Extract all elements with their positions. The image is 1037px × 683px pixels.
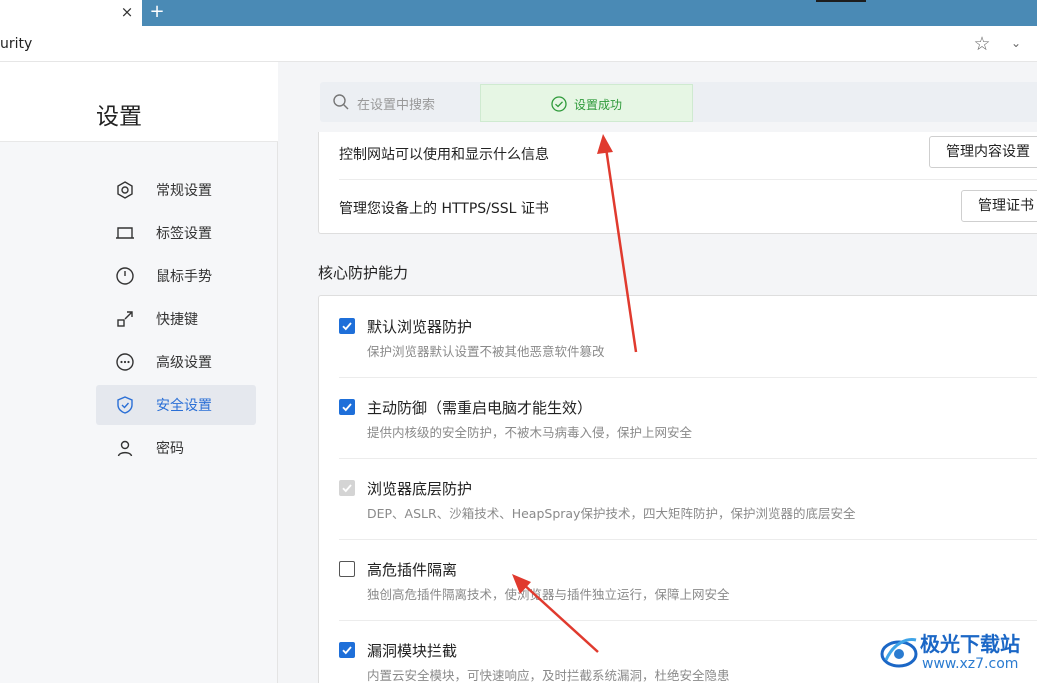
divider — [339, 458, 1037, 459]
check-icon — [342, 646, 352, 655]
manage-certificates-button[interactable]: 管理证书 — [961, 190, 1037, 222]
option-description: 内置云安全模块，可快速响应，及时拦截系统漏洞，杜绝安全隐患 — [367, 668, 730, 683]
sidebar-item-label: 快捷键 — [156, 312, 198, 328]
sidebar-item-advanced[interactable]: 高级设置 — [96, 342, 256, 382]
check-icon — [342, 322, 352, 331]
close-tab-icon[interactable]: × — [118, 3, 136, 21]
divider — [339, 620, 1037, 621]
core-protection-card: 默认浏览器防护 保护浏览器默认设置不被其他恶意软件篡改 主动防御（需重启电脑才能… — [318, 295, 1037, 683]
check-circle-icon — [551, 96, 567, 112]
checkbox — [339, 480, 355, 496]
checkbox[interactable] — [339, 399, 355, 415]
option-description: DEP、ASLR、沙箱技术、HeapSpray保护技术，四大矩阵防护，保护浏览器… — [367, 506, 856, 521]
search-input[interactable]: 在设置中搜索 — [357, 94, 435, 113]
option-title: 浏览器底层防护 — [367, 480, 473, 498]
sidebar-item-security[interactable]: 安全设置 — [96, 385, 256, 425]
address-text[interactable]: urity — [0, 36, 32, 52]
divider — [339, 377, 1037, 378]
manage-content-settings-button[interactable]: 管理内容设置 — [929, 136, 1037, 168]
option-description: 提供内核级的安全防护，不被木马病毒入侵，保护上网安全 — [367, 425, 693, 440]
toast-message: 设置成功 — [574, 98, 623, 112]
sidebar-item-mouse-gesture[interactable]: 鼠标手势 — [96, 256, 256, 296]
checkbox[interactable] — [339, 561, 355, 577]
divider — [339, 539, 1037, 540]
option-title: 默认浏览器防护 — [367, 318, 473, 336]
sidebar-item-general[interactable]: 常规设置 — [96, 170, 256, 210]
tab-indicator — [816, 0, 866, 2]
content-settings-card: 控制网站可以使用和显示什么信息 管理内容设置 管理您设备上的 HTTPS/SSL… — [318, 132, 1037, 234]
shortcut-icon — [114, 308, 136, 330]
sidebar-item-label: 高级设置 — [156, 355, 212, 371]
option-description: 保护浏览器默认设置不被其他恶意软件篡改 — [367, 344, 605, 359]
sidebar-header: 设置 — [0, 62, 278, 142]
sidebar-item-label: 安全设置 — [156, 398, 212, 414]
new-tab-icon[interactable]: + — [147, 2, 167, 22]
shield-icon — [114, 394, 136, 416]
star-icon[interactable]: ☆ — [971, 33, 993, 55]
sidebar-item-label: 标签设置 — [156, 226, 212, 242]
main-content: 在设置中搜索 设置成功 控制网站可以使用和显示什么信息 管理内容设置 管理您设备… — [278, 62, 1037, 683]
sidebar-item-label: 常规设置 — [156, 183, 212, 199]
page-title: 设置 — [96, 104, 142, 130]
active-tab[interactable]: × — [0, 0, 142, 26]
check-icon — [342, 484, 352, 493]
search-icon — [333, 94, 349, 110]
watermark-url: www.xz7.com — [922, 656, 1019, 672]
watermark: 极光下载站 www.xz7.com — [876, 628, 1036, 680]
sidebar-nav: 常规设置 标签设置 鼠标手势 快捷键 高级设置 安全设置 密码 — [96, 170, 256, 471]
watermark-logo-icon — [880, 638, 918, 668]
more-icon — [114, 351, 136, 373]
divider — [339, 179, 1037, 180]
checkbox[interactable] — [339, 642, 355, 658]
sidebar-item-password[interactable]: 密码 — [96, 428, 256, 468]
tab-icon — [114, 222, 136, 244]
success-toast: 设置成功 — [480, 84, 693, 122]
sidebar-item-shortcuts[interactable]: 快捷键 — [96, 299, 256, 339]
sidebar: 常规设置 标签设置 鼠标手势 快捷键 高级设置 安全设置 密码 — [0, 142, 278, 683]
sidebar-item-tabs[interactable]: 标签设置 — [96, 213, 256, 253]
section-title-core-protection: 核心防护能力 — [318, 264, 409, 282]
sidebar-item-label: 鼠标手势 — [156, 269, 212, 285]
watermark-title: 极光下载站 — [920, 632, 1020, 656]
option-title: 主动防御（需重启电脑才能生效） — [367, 399, 593, 417]
address-bar[interactable]: urity ☆ ⌄ — [0, 26, 1037, 62]
user-icon — [114, 437, 136, 459]
chevron-down-icon[interactable]: ⌄ — [1008, 35, 1024, 51]
option-title: 漏洞模块拦截 — [367, 642, 458, 660]
gear-hex-icon — [114, 179, 136, 201]
check-icon — [342, 403, 352, 412]
sidebar-item-label: 密码 — [156, 441, 184, 457]
option-description: 独创高危插件隔离技术，使浏览器与插件独立运行，保障上网安全 — [367, 587, 730, 602]
option-title: 高危插件隔离 — [367, 561, 458, 579]
checkbox[interactable] — [339, 318, 355, 334]
certificates-label: 管理您设备上的 HTTPS/SSL 证书 — [339, 201, 549, 217]
mouse-icon — [114, 265, 136, 287]
tab-strip: × + — [0, 0, 1037, 26]
